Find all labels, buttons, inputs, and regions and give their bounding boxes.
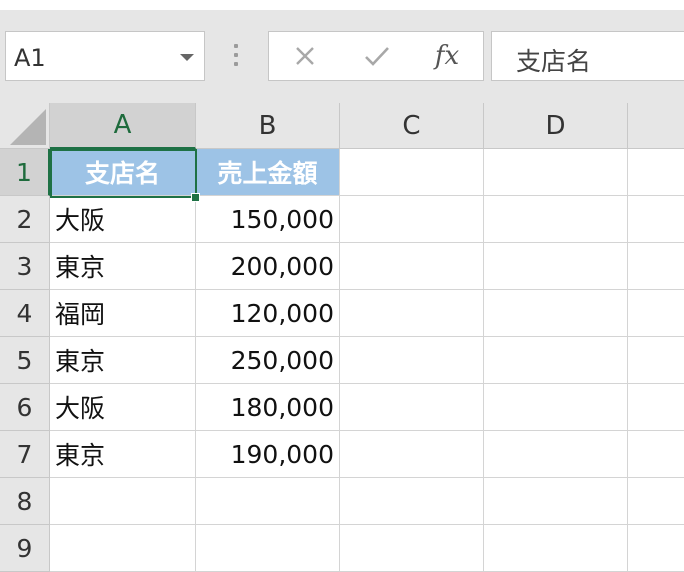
- cell-a7[interactable]: 東京: [50, 431, 196, 478]
- cell-a5[interactable]: 東京: [50, 337, 196, 384]
- row-header-1[interactable]: 1: [0, 149, 50, 196]
- cell-a1[interactable]: 支店名: [50, 149, 196, 196]
- cell-b7[interactable]: 190,000: [196, 431, 340, 478]
- cell-d6[interactable]: [484, 384, 628, 431]
- cell-e7[interactable]: [628, 431, 684, 478]
- cell-c3[interactable]: [340, 243, 484, 290]
- cell-c8[interactable]: [340, 478, 484, 525]
- cell-e6[interactable]: [628, 384, 684, 431]
- check-icon: [365, 47, 389, 66]
- cell-e4[interactable]: [628, 290, 684, 337]
- row-header-5[interactable]: 5: [0, 337, 50, 384]
- cell-d4[interactable]: [484, 290, 628, 337]
- cell-d3[interactable]: [484, 243, 628, 290]
- cell-b3[interactable]: 200,000: [196, 243, 340, 290]
- column-header-a[interactable]: A: [50, 103, 196, 149]
- cell-e2[interactable]: [628, 196, 684, 243]
- row-header-4[interactable]: 4: [0, 290, 50, 337]
- column-header-c[interactable]: C: [340, 103, 484, 149]
- close-icon: [296, 47, 314, 65]
- cell-d7[interactable]: [484, 431, 628, 478]
- cell-b1[interactable]: 売上金額: [196, 149, 340, 196]
- cell-b8[interactable]: [196, 478, 340, 525]
- cell-c1[interactable]: [340, 149, 484, 196]
- cell-c9[interactable]: [340, 525, 484, 572]
- name-box-value: A1: [14, 44, 46, 72]
- cell-a6[interactable]: 大阪: [50, 384, 196, 431]
- cell-a8[interactable]: [50, 478, 196, 525]
- cell-d9[interactable]: [484, 525, 628, 572]
- cell-a4[interactable]: 福岡: [50, 290, 196, 337]
- cell-b9[interactable]: [196, 525, 340, 572]
- cell-e8[interactable]: [628, 478, 684, 525]
- chevron-down-icon[interactable]: [180, 54, 194, 61]
- cell-e5[interactable]: [628, 337, 684, 384]
- cell-c2[interactable]: [340, 196, 484, 243]
- cell-c6[interactable]: [340, 384, 484, 431]
- cell-b6[interactable]: 180,000: [196, 384, 340, 431]
- formula-input[interactable]: 支店名: [491, 31, 684, 81]
- enter-button[interactable]: [357, 38, 397, 74]
- column-header-e[interactable]: [628, 103, 684, 149]
- row-header-2[interactable]: 2: [0, 196, 50, 243]
- row-header-3[interactable]: 3: [0, 243, 50, 290]
- cell-c7[interactable]: [340, 431, 484, 478]
- fill-handle[interactable]: [191, 193, 200, 202]
- select-all-button[interactable]: [0, 103, 50, 149]
- cell-a2[interactable]: 大阪: [50, 196, 196, 243]
- cell-d1[interactable]: [484, 149, 628, 196]
- cell-d5[interactable]: [484, 337, 628, 384]
- row-header-8[interactable]: 8: [0, 478, 50, 525]
- fx-icon: fx: [434, 41, 460, 71]
- formula-buttons: fx: [268, 31, 484, 81]
- name-box[interactable]: A1: [5, 31, 205, 81]
- row-header-7[interactable]: 7: [0, 431, 50, 478]
- cell-d2[interactable]: [484, 196, 628, 243]
- cell-a9[interactable]: [50, 525, 196, 572]
- cell-e9[interactable]: [628, 525, 684, 572]
- insert-function-button[interactable]: fx: [427, 38, 467, 74]
- row-header-9[interactable]: 9: [0, 525, 50, 572]
- formula-content: 支店名: [516, 47, 592, 76]
- column-header-d[interactable]: D: [484, 103, 628, 149]
- cell-b4[interactable]: 120,000: [196, 290, 340, 337]
- cell-b2[interactable]: 150,000: [196, 196, 340, 243]
- cell-b5[interactable]: 250,000: [196, 337, 340, 384]
- cell-d8[interactable]: [484, 478, 628, 525]
- column-header-b[interactable]: B: [196, 103, 340, 149]
- cell-c5[interactable]: [340, 337, 484, 384]
- row-header-6[interactable]: 6: [0, 384, 50, 431]
- cell-c4[interactable]: [340, 290, 484, 337]
- cell-e3[interactable]: [628, 243, 684, 290]
- cell-a3[interactable]: 東京: [50, 243, 196, 290]
- formula-bar-resize-handle[interactable]: [233, 44, 239, 68]
- cell-e1[interactable]: [628, 149, 684, 196]
- cancel-button[interactable]: [285, 38, 325, 74]
